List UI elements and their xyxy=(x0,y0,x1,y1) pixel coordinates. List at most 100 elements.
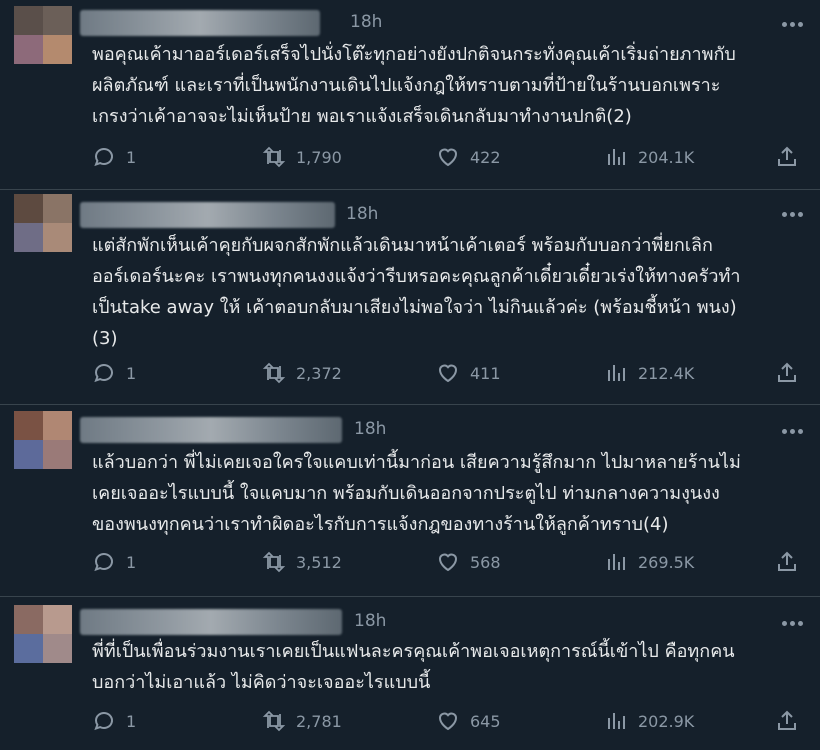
like-count: 568 xyxy=(470,552,501,572)
views-button[interactable]: 269.5K xyxy=(604,547,694,577)
retweet-button[interactable]: 2,372 xyxy=(262,358,342,388)
avatar-tile xyxy=(14,440,43,469)
tweet-4[interactable]: 18h พี่ที่เป็นเพื่อนร่วมงานเราเคยเป็นแฟน… xyxy=(0,597,820,750)
share-icon xyxy=(778,146,796,166)
more-icon[interactable] xyxy=(782,22,804,28)
views-count: 202.9K xyxy=(638,711,695,731)
reply-button[interactable]: 1 xyxy=(92,358,136,388)
like-button[interactable]: 422 xyxy=(436,142,501,172)
views-icon xyxy=(608,713,625,729)
retweet-count: 2,781 xyxy=(296,711,342,731)
reply-count: 1 xyxy=(126,552,137,572)
tweet-actions: 1 2,372 411 212.4K xyxy=(0,358,820,388)
avatar-tile xyxy=(14,194,43,223)
views-button[interactable]: 202.9K xyxy=(604,706,694,736)
views-button[interactable]: 204.1K xyxy=(604,142,694,172)
retweet-button[interactable]: 3,512 xyxy=(262,547,342,577)
more-icon[interactable] xyxy=(782,429,804,435)
like-button[interactable]: 411 xyxy=(436,358,501,388)
author-name-redacted[interactable] xyxy=(80,10,320,36)
avatar-tile xyxy=(43,605,72,634)
tweet-2[interactable]: 18h แต่สักพักเห็นเค้าคุยกับผจกสักพักแล้ว… xyxy=(0,190,820,405)
reply-button[interactable]: 1 xyxy=(92,706,136,736)
avatar-tile xyxy=(43,6,72,35)
reply-count: 1 xyxy=(126,363,137,383)
share-icon xyxy=(778,362,796,382)
author-name-redacted[interactable] xyxy=(80,609,342,635)
tweet-actions: 1 3,512 568 269.5K xyxy=(0,547,820,577)
like-button[interactable]: 568 xyxy=(436,547,501,577)
avatar-tile xyxy=(14,35,43,64)
avatar-tile xyxy=(14,634,43,663)
retweet-icon xyxy=(262,146,286,168)
tweet-text: พอคุณเค้ามาออร์เดอร์เสร็จไปนั่งโต๊ะทุกอย… xyxy=(92,44,736,127)
reply-count: 1 xyxy=(126,711,137,731)
retweet-icon xyxy=(262,551,286,573)
tweet-3[interactable]: 18h แล้วบอกว่า พี่ไม่เคยเจอใครใจแคบเท่าน… xyxy=(0,405,820,597)
reply-count: 1 xyxy=(126,147,137,167)
tweet-actions: 1 1,790 422 204.1K xyxy=(0,142,820,172)
share-button[interactable] xyxy=(775,547,799,577)
views-icon xyxy=(608,149,625,165)
like-button[interactable]: 645 xyxy=(436,706,501,736)
avatar[interactable] xyxy=(14,194,72,252)
avatar-tile xyxy=(43,634,72,663)
retweet-button[interactable]: 2,781 xyxy=(262,706,342,736)
views-count: 269.5K xyxy=(638,552,695,572)
avatar[interactable] xyxy=(14,411,72,469)
views-icon xyxy=(608,554,625,570)
tweet-time[interactable]: 18h xyxy=(354,419,386,439)
avatar-tile xyxy=(43,440,72,469)
avatar-tile xyxy=(14,223,43,252)
like-icon xyxy=(438,364,458,383)
avatar[interactable] xyxy=(14,605,72,663)
like-count: 645 xyxy=(470,711,501,731)
more-icon[interactable] xyxy=(782,212,804,218)
avatar-tile xyxy=(43,35,72,64)
reply-icon xyxy=(94,553,113,572)
views-button[interactable]: 212.4K xyxy=(604,358,694,388)
views-count: 212.4K xyxy=(638,363,695,383)
like-count: 422 xyxy=(470,147,501,167)
tweet-time[interactable]: 18h xyxy=(350,12,382,32)
author-name-redacted[interactable] xyxy=(80,202,335,228)
retweet-count: 2,372 xyxy=(296,363,342,383)
tweet-text: พี่ที่เป็นเพื่อนร่วมงานเราเคยเป็นแฟนละคร… xyxy=(92,641,735,693)
share-button[interactable] xyxy=(775,706,799,736)
views-icon xyxy=(608,365,625,381)
share-icon xyxy=(778,710,796,730)
avatar[interactable] xyxy=(14,6,72,64)
like-icon xyxy=(438,553,458,572)
like-count: 411 xyxy=(470,363,501,383)
retweet-button[interactable]: 1,790 xyxy=(262,142,342,172)
retweet-count: 3,512 xyxy=(296,552,342,572)
tweet-text: แล้วบอกว่า พี่ไม่เคยเจอใครใจแคบเท่านี้มา… xyxy=(92,452,741,535)
avatar-tile xyxy=(14,411,43,440)
tweet-actions: 1 2,781 645 202.9K xyxy=(0,706,820,736)
like-icon xyxy=(438,148,458,167)
avatar-tile xyxy=(43,194,72,223)
retweet-icon xyxy=(262,362,286,384)
views-count: 204.1K xyxy=(638,147,695,167)
share-icon xyxy=(778,551,796,571)
reply-icon xyxy=(94,712,113,731)
avatar-tile xyxy=(14,6,43,35)
avatar-tile xyxy=(43,411,72,440)
tweet-text: แต่สักพักเห็นเค้าคุยกับผจกสักพักแล้วเดิน… xyxy=(92,235,741,349)
tweet-time[interactable]: 18h xyxy=(354,611,386,631)
retweet-icon xyxy=(262,710,286,732)
reply-icon xyxy=(94,364,113,383)
avatar-tile xyxy=(14,605,43,634)
retweet-count: 1,790 xyxy=(296,147,342,167)
share-button[interactable] xyxy=(775,142,799,172)
avatar-tile xyxy=(43,223,72,252)
tweet-time[interactable]: 18h xyxy=(346,204,378,224)
reply-button[interactable]: 1 xyxy=(92,142,136,172)
author-name-redacted[interactable] xyxy=(80,417,342,443)
reply-icon xyxy=(94,148,113,167)
like-icon xyxy=(438,712,458,731)
reply-button[interactable]: 1 xyxy=(92,547,136,577)
more-icon[interactable] xyxy=(782,621,804,627)
tweet-1[interactable]: 18h พอคุณเค้ามาออร์เดอร์เสร็จไปนั่งโต๊ะท… xyxy=(0,0,820,190)
share-button[interactable] xyxy=(775,358,799,388)
